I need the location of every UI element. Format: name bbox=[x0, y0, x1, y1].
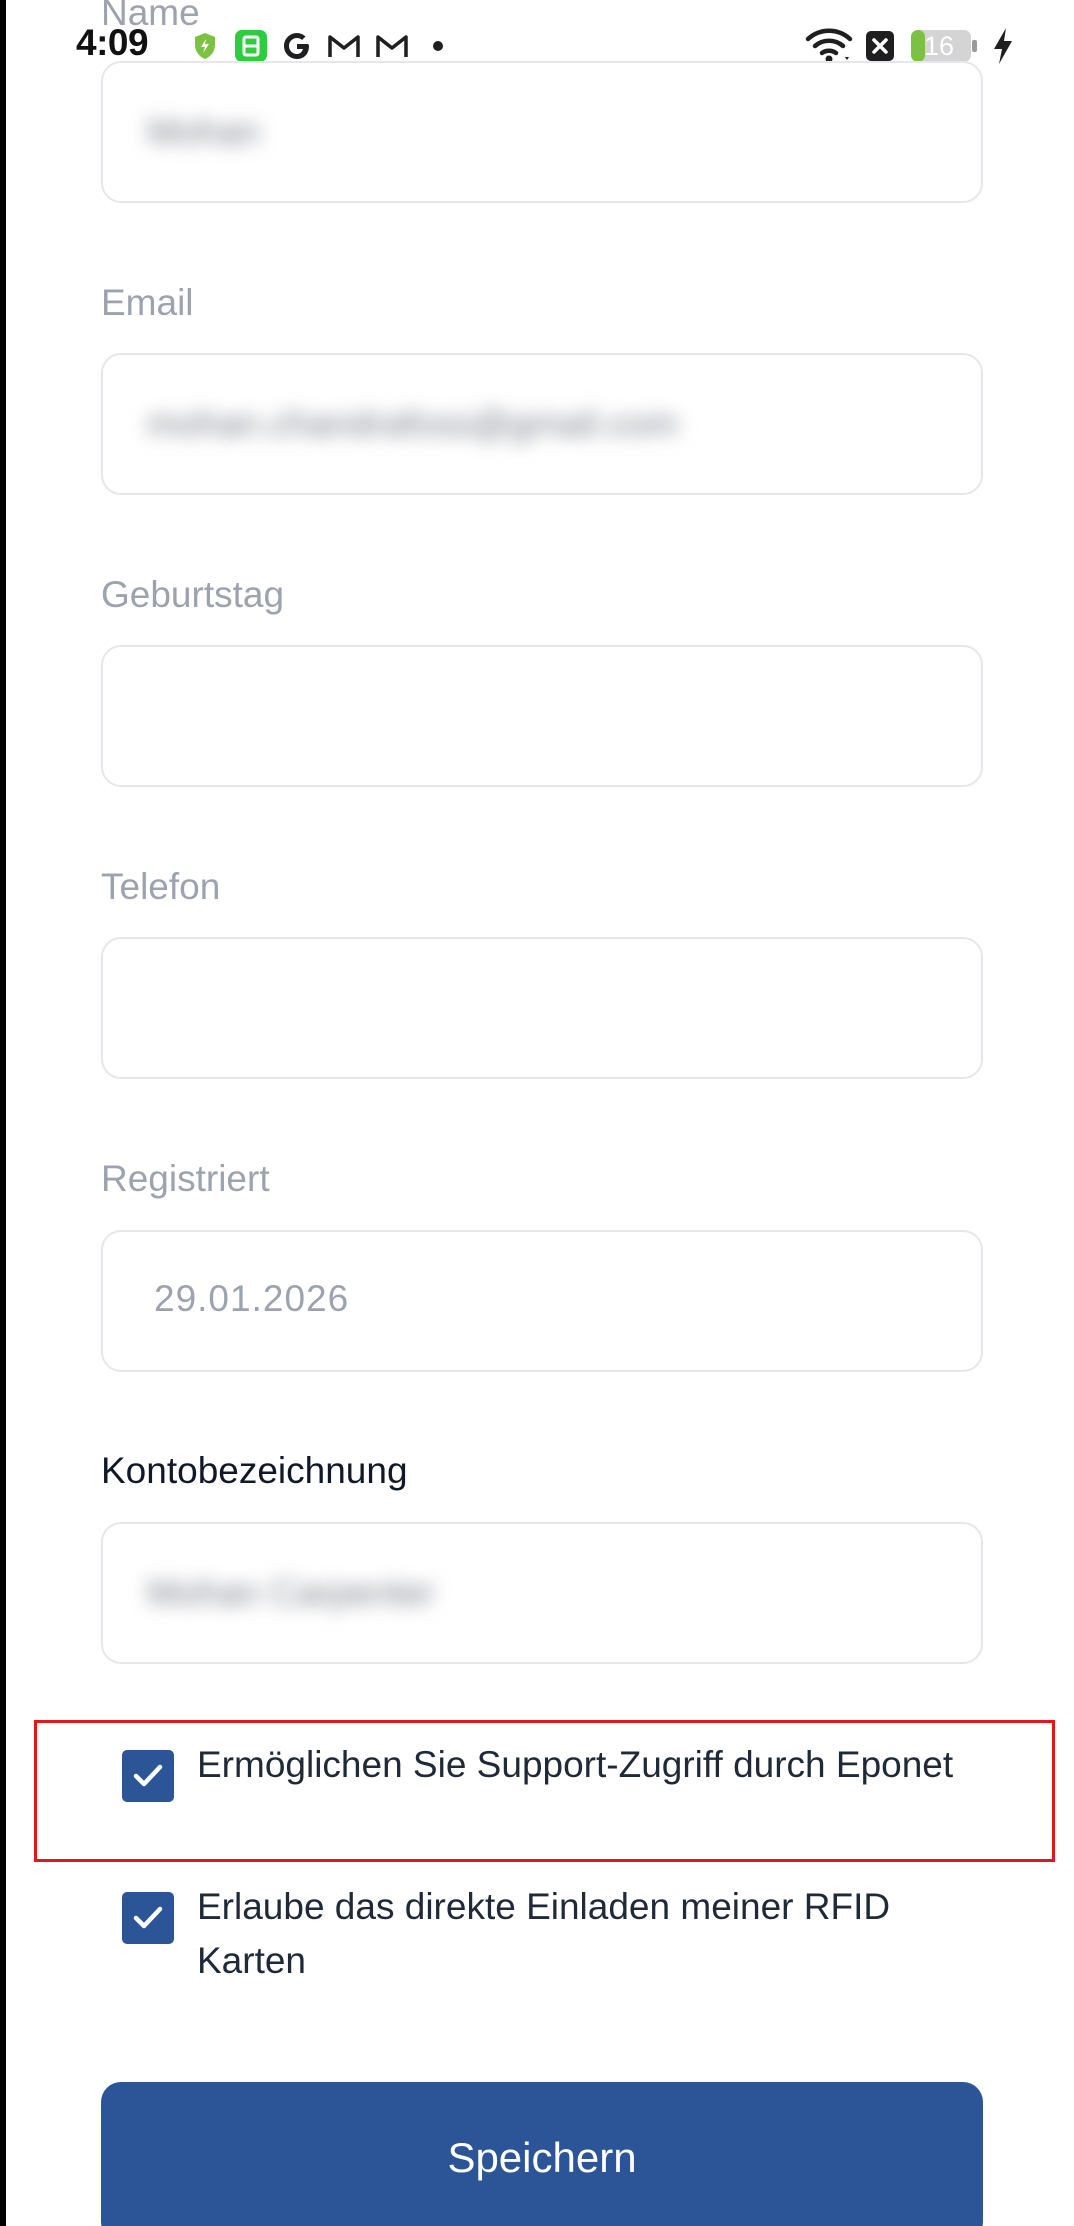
registered-label: Registriert bbox=[101, 1158, 270, 1199]
checkmark-icon bbox=[133, 1906, 163, 1929]
birthday-label: Geburtstag bbox=[101, 574, 285, 615]
name-field[interactable]: Mohan bbox=[101, 61, 983, 203]
account-name-value: Mohan Carpenter bbox=[147, 1572, 435, 1613]
rfid-invite-label: Erlaube das direkte Einladen meiner RFID… bbox=[197, 1886, 891, 1981]
checkmark-icon bbox=[133, 1764, 163, 1787]
name-label: Name bbox=[101, 0, 200, 33]
close-box-icon bbox=[864, 30, 896, 62]
gmail-icon bbox=[374, 30, 410, 62]
rfid-invite-checkbox[interactable] bbox=[122, 1892, 174, 1944]
support-access-checkbox-row[interactable]: Ermöglichen Sie Support-Zugriff durch Ep… bbox=[122, 1738, 982, 1848]
phone-field[interactable] bbox=[101, 937, 983, 1079]
account-name-field[interactable]: Mohan Carpenter bbox=[101, 1522, 983, 1664]
support-access-checkbox[interactable] bbox=[122, 1750, 174, 1802]
gmail-icon bbox=[326, 30, 362, 62]
battery-icon: 16 bbox=[910, 28, 978, 64]
charging-icon bbox=[990, 26, 1016, 66]
birthday-field[interactable] bbox=[101, 645, 983, 787]
phone-label: Telefon bbox=[101, 866, 221, 907]
wifi-icon bbox=[804, 26, 854, 66]
support-access-label: Ermöglichen Sie Support-Zugriff durch Ep… bbox=[197, 1744, 954, 1785]
registered-value: 29.01.2026 bbox=[154, 1278, 350, 1319]
app-icon bbox=[234, 30, 268, 62]
name-value: Mohan bbox=[147, 111, 261, 152]
google-icon bbox=[280, 30, 314, 62]
left-edge-bar bbox=[0, 0, 6, 2226]
email-value: mohan.chandrafoss@gmail.com bbox=[147, 403, 679, 444]
email-label: Email bbox=[101, 282, 194, 323]
shield-icon bbox=[190, 30, 220, 62]
rfid-invite-checkbox-row[interactable]: Erlaube das direkte Einladen meiner RFID… bbox=[122, 1880, 982, 1990]
battery-level: 16 bbox=[924, 31, 955, 61]
save-button[interactable]: Speichern bbox=[101, 2082, 983, 2226]
account-name-label: Kontobezeichnung bbox=[101, 1450, 408, 1491]
registered-field: 29.01.2026 bbox=[101, 1230, 983, 1372]
email-field[interactable]: mohan.chandrafoss@gmail.com bbox=[101, 353, 983, 495]
dot-icon bbox=[430, 30, 446, 62]
